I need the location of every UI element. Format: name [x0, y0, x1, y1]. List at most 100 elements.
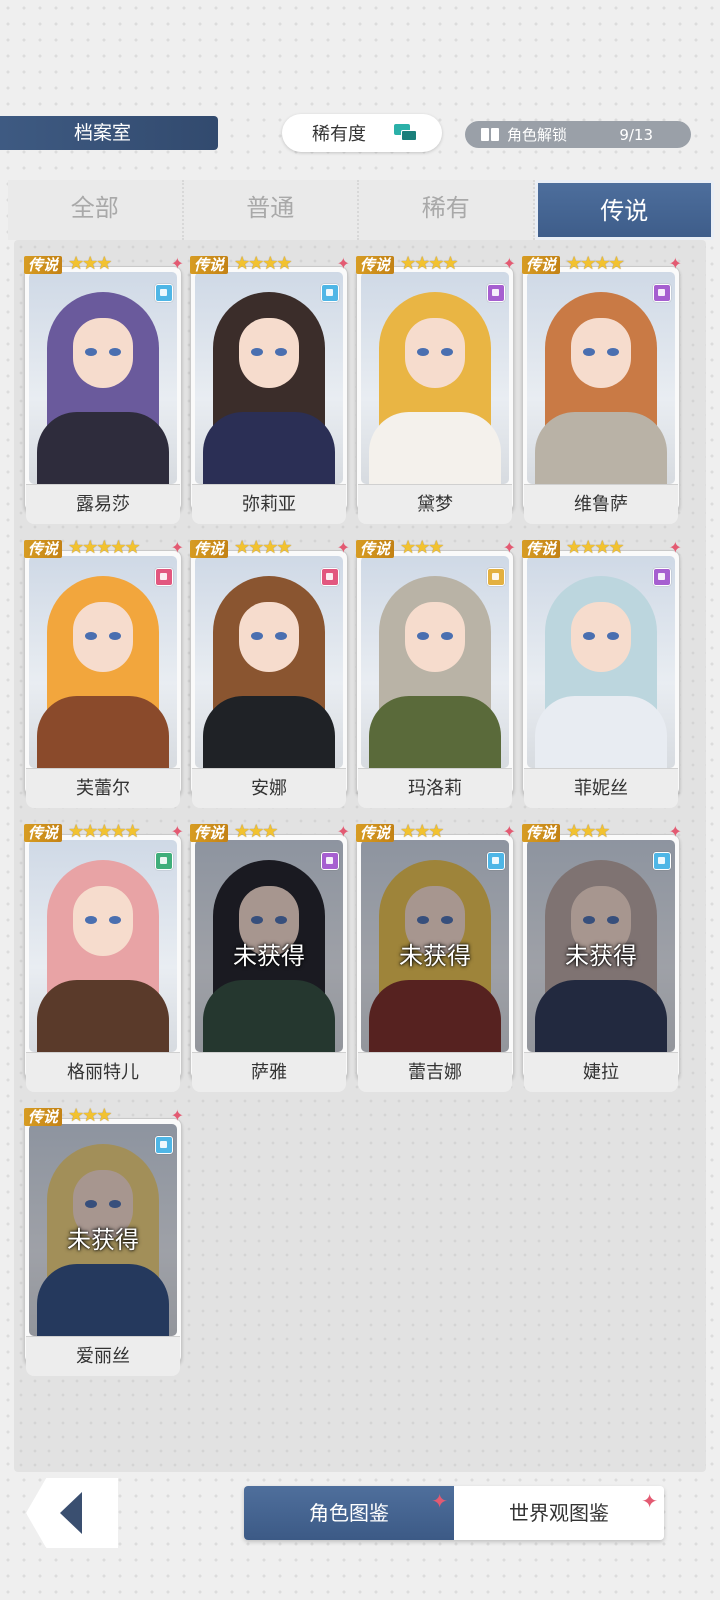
rarity-tag: 传说 [522, 540, 561, 558]
element-icon [653, 568, 671, 586]
rarity-tag: 传说 [190, 256, 229, 274]
character-name: 萨雅 [192, 1052, 346, 1092]
character-card[interactable]: 传说 ★★★ ✦ 露易莎 [24, 253, 184, 524]
element-icon [155, 284, 173, 302]
star-rating: ★★★ [400, 821, 444, 842]
world-codex-label: 世界观图鉴 [509, 1501, 609, 1525]
character-name: 爱丽丝 [26, 1336, 180, 1376]
tab-all[interactable]: 全部 [8, 180, 184, 240]
sparkle-icon: ✦ [668, 822, 682, 841]
star-rating: ★★★★ [234, 537, 293, 558]
character-card[interactable]: 未获得 传说 ★★★ ✦ 萨雅 [190, 821, 350, 1092]
sparkle-icon: ✦ [502, 822, 516, 841]
rarity-tag: 传说 [190, 824, 229, 842]
rarity-tabs: 全部 普通 稀有 传说 [8, 180, 714, 240]
character-portrait [29, 556, 177, 768]
codex-switch: 角色图鉴 ✦ 世界观图鉴 ✦ [244, 1486, 664, 1540]
sparkle-icon: ✦ [668, 538, 682, 557]
locked-label: 未获得 [67, 1226, 139, 1254]
character-portrait [195, 556, 343, 768]
character-name: 维鲁萨 [524, 484, 678, 524]
unlock-count: 9/13 [619, 125, 653, 144]
star-rating: ★★★ [400, 537, 444, 558]
star-rating: ★★★★★ [68, 537, 141, 558]
character-card[interactable]: 传说 ★★★★ ✦ 黛梦 [356, 253, 516, 524]
rarity-tag: 传说 [24, 540, 63, 558]
character-name: 玛洛莉 [358, 768, 512, 808]
back-button[interactable] [26, 1478, 118, 1548]
tab-legendary[interactable]: 传说 [534, 180, 714, 240]
rarity-tag: 传说 [356, 540, 395, 558]
character-name: 蕾吉娜 [358, 1052, 512, 1092]
world-codex-tab[interactable]: 世界观图鉴 ✦ [454, 1486, 664, 1540]
character-portrait [361, 556, 509, 768]
character-card[interactable]: 传说 ★★★★★ ✦ 芙蕾尔 [24, 537, 184, 808]
character-name: 芙蕾尔 [26, 768, 180, 808]
sort-toggle-icon [394, 124, 420, 142]
sparkle-icon: ✦ [668, 254, 682, 273]
sparkle-icon: ✦ [336, 254, 350, 273]
character-portrait [29, 840, 177, 1052]
star-rating: ★★★ [566, 821, 610, 842]
sparkle-icon: ✦ [431, 1489, 448, 1513]
rarity-tag: 传说 [24, 256, 63, 274]
element-icon [155, 852, 173, 870]
star-rating: ★★★ [234, 821, 278, 842]
element-icon [487, 568, 505, 586]
character-name: 露易莎 [26, 484, 180, 524]
element-icon [487, 284, 505, 302]
character-name: 弥莉亚 [192, 484, 346, 524]
character-portrait [527, 272, 675, 484]
back-arrow-icon [60, 1492, 82, 1534]
element-icon [155, 1136, 173, 1154]
rarity-tag: 传说 [24, 824, 63, 842]
rarity-sort-button[interactable]: 稀有度 [282, 114, 442, 152]
character-card[interactable]: 传说 ★★★ ✦ 玛洛莉 [356, 537, 516, 808]
character-portrait [195, 272, 343, 484]
sparkle-icon: ✦ [336, 538, 350, 557]
character-card[interactable]: 传说 ★★★★ ✦ 安娜 [190, 537, 350, 808]
character-codex-label: 角色图鉴 [309, 1501, 389, 1525]
element-icon [155, 568, 173, 586]
rarity-tag: 传说 [356, 256, 395, 274]
element-icon [321, 568, 339, 586]
sparkle-icon: ✦ [170, 1106, 184, 1125]
element-icon [653, 284, 671, 302]
character-card[interactable]: 未获得 传说 ★★★ ✦ 蕾吉娜 [356, 821, 516, 1092]
character-unlock-counter: 角色解锁 9/13 [465, 121, 691, 148]
star-rating: ★★★ [68, 253, 112, 274]
star-rating: ★★★★ [566, 537, 625, 558]
tab-rare[interactable]: 稀有 [359, 180, 535, 240]
element-icon [487, 852, 505, 870]
rarity-tag: 传说 [356, 824, 395, 842]
element-icon [321, 852, 339, 870]
locked-label: 未获得 [233, 942, 305, 970]
character-portrait [29, 272, 177, 484]
unlock-label: 角色解锁 [507, 126, 568, 144]
sparkle-icon: ✦ [170, 822, 184, 841]
character-card[interactable]: 传说 ★★★★ ✦ 弥莉亚 [190, 253, 350, 524]
character-name: 婕拉 [524, 1052, 678, 1092]
sparkle-icon: ✦ [336, 822, 350, 841]
element-icon [321, 284, 339, 302]
page-title: 档案室 [0, 116, 218, 150]
character-name: 菲妮丝 [524, 768, 678, 808]
sparkle-icon: ✦ [502, 254, 516, 273]
character-card[interactable]: 传说 ★★★★ ✦ 维鲁萨 [522, 253, 682, 524]
sparkle-icon: ✦ [502, 538, 516, 557]
locked-label: 未获得 [399, 942, 471, 970]
character-card[interactable]: 未获得 传说 ★★★ ✦ 婕拉 [522, 821, 682, 1092]
character-card[interactable]: 未获得 传说 ★★★ ✦ 爱丽丝 [24, 1105, 184, 1376]
rarity-tag: 传说 [190, 540, 229, 558]
tab-common[interactable]: 普通 [183, 180, 359, 240]
sort-label: 稀有度 [312, 124, 366, 145]
character-card[interactable]: 传说 ★★★★★ ✦ 格丽特儿 [24, 821, 184, 1092]
locked-label: 未获得 [565, 942, 637, 970]
rarity-tag: 传说 [24, 1108, 63, 1126]
character-card[interactable]: 传说 ★★★★ ✦ 菲妮丝 [522, 537, 682, 808]
character-codex-tab[interactable]: 角色图鉴 ✦ [244, 1486, 454, 1540]
character-portrait [361, 272, 509, 484]
sparkle-icon: ✦ [641, 1489, 658, 1513]
element-icon [653, 852, 671, 870]
character-portrait [527, 556, 675, 768]
